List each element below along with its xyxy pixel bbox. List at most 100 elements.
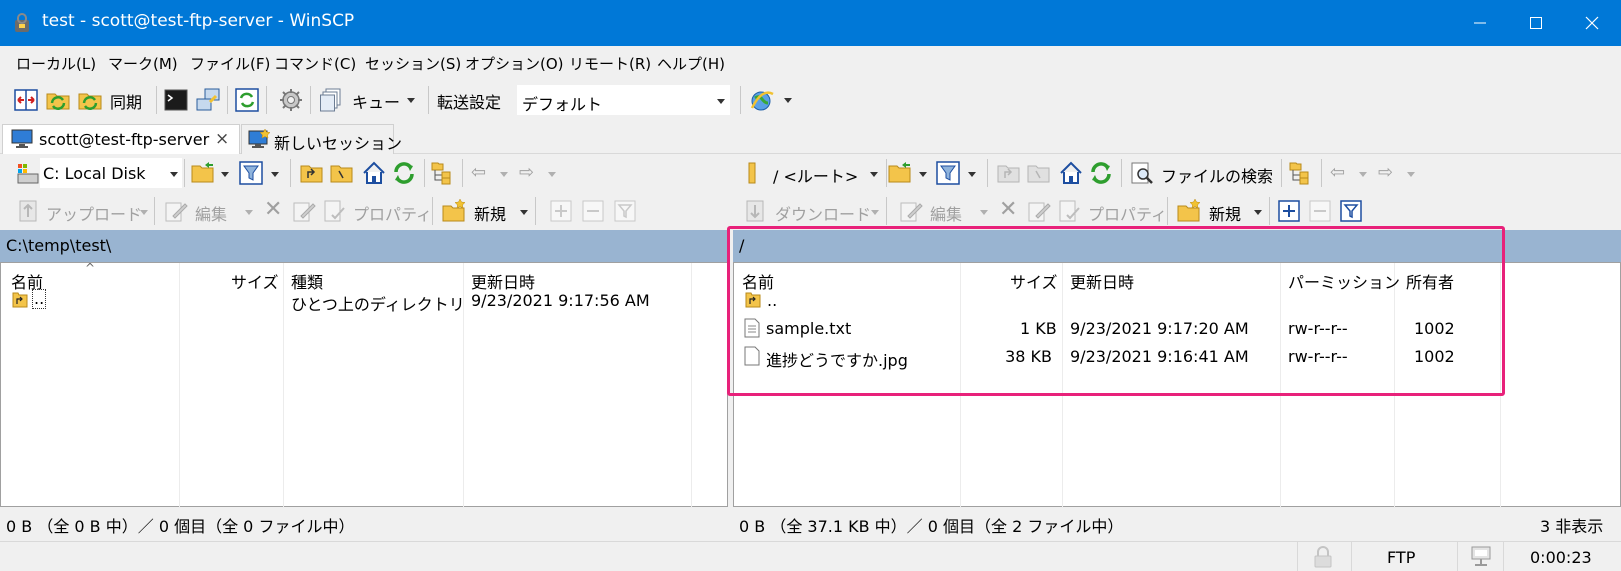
column-header-owner[interactable]: 所有者 (1406, 269, 1454, 301)
forward-dropdown-icon[interactable] (548, 172, 556, 177)
filter-select-icon[interactable] (1340, 200, 1362, 222)
back-dropdown-icon[interactable] (1359, 172, 1367, 177)
back-arrow-icon[interactable]: ⇦ (1330, 162, 1345, 183)
home-icon[interactable] (362, 161, 386, 185)
chevron-down-icon[interactable] (870, 172, 878, 177)
upload-icon[interactable] (16, 199, 40, 223)
download-icon[interactable] (743, 199, 767, 223)
open-folder-dropdown-icon[interactable] (221, 172, 229, 177)
filter-dropdown-icon[interactable] (968, 172, 976, 177)
column-header-size[interactable]: サイズ (1010, 269, 1058, 301)
refresh-icon[interactable] (235, 88, 259, 112)
tree-icon[interactable] (1289, 161, 1313, 185)
forward-arrow-icon[interactable]: ⇨ (1378, 162, 1393, 183)
tab-scott-session[interactable]: scott@test-ftp-server × (2, 124, 240, 154)
delete-icon[interactable]: ✕ (264, 197, 282, 222)
edit-icon[interactable] (899, 199, 923, 223)
local-path-bar[interactable]: C:\temp\test\ (0, 230, 728, 262)
new-dropdown-icon[interactable] (1254, 210, 1262, 215)
new-label[interactable]: 新規 (474, 201, 506, 225)
new-folder-icon[interactable] (1177, 199, 1201, 223)
menu-session[interactable]: セッション(S) (365, 53, 461, 74)
back-dropdown-icon[interactable] (500, 172, 508, 177)
synchronize-label[interactable]: 同期 (110, 89, 142, 113)
unselect-files-icon[interactable] (1309, 200, 1331, 222)
unselect-files-icon[interactable] (582, 200, 604, 222)
menu-remote[interactable]: リモート(R) (569, 53, 651, 74)
root-directory-icon[interactable] (1027, 161, 1051, 185)
edit-icon[interactable] (164, 199, 188, 223)
filter-select-icon[interactable] (614, 200, 636, 222)
chevron-down-icon[interactable] (170, 172, 178, 177)
select-files-icon[interactable] (550, 200, 572, 222)
tab-new-session[interactable]: 新しいセッション (241, 124, 402, 154)
upload-dropdown-icon[interactable] (140, 210, 148, 215)
open-folder-dropdown-icon[interactable] (919, 172, 927, 177)
winscp-app-icon[interactable] (12, 12, 32, 34)
parent-directory-icon[interactable] (300, 161, 324, 185)
menu-command[interactable]: コマンド(C) (274, 53, 356, 74)
edit-label[interactable]: 編集 (195, 201, 227, 225)
select-files-icon[interactable] (1278, 200, 1300, 222)
menu-option[interactable]: オプション(O) (465, 53, 564, 74)
menu-file[interactable]: ファイル(F) (190, 53, 270, 74)
putty-icon[interactable] (196, 88, 220, 112)
column-header-modified[interactable]: 更新日時 (1070, 269, 1134, 301)
root-directory-icon[interactable] (330, 161, 354, 185)
find-files-label[interactable]: ファイルの検索 (1161, 163, 1273, 187)
properties-label[interactable]: プロパティ (353, 201, 432, 225)
globe-dropdown-icon[interactable] (784, 98, 792, 103)
filter-dropdown-icon[interactable] (271, 172, 279, 177)
properties-icon[interactable] (1057, 199, 1081, 223)
queue-label[interactable]: キュー (352, 89, 400, 113)
remote-path-bar[interactable]: / (733, 230, 1621, 262)
parent-directory-icon[interactable] (997, 161, 1021, 185)
queue-dropdown-icon[interactable] (407, 98, 415, 103)
edit-dropdown-icon[interactable] (980, 210, 988, 215)
minimize-button[interactable] (1452, 0, 1508, 46)
globe-icon[interactable] (750, 88, 774, 112)
remote-dir-value[interactable]: / <ルート> (773, 163, 858, 187)
edit-label[interactable]: 編集 (930, 201, 962, 225)
home-icon[interactable] (1059, 161, 1083, 185)
maximize-button[interactable] (1508, 0, 1564, 46)
tree-icon[interactable] (431, 161, 455, 185)
refresh-icon[interactable] (392, 161, 416, 185)
filter-icon[interactable] (239, 161, 263, 185)
menu-local[interactable]: ローカル(L) (16, 53, 96, 74)
properties-label[interactable]: プロパティ (1088, 201, 1167, 225)
local-drive-select[interactable]: C: Local Disk (40, 158, 182, 188)
menu-mark[interactable]: マーク(M) (108, 53, 178, 74)
tab-close-icon[interactable]: × (215, 129, 229, 149)
gear-icon[interactable] (279, 88, 303, 112)
compare-directories-icon[interactable] (14, 88, 38, 112)
new-dropdown-icon[interactable] (520, 210, 528, 215)
upload-label[interactable]: アップロード (46, 201, 142, 225)
download-dropdown-icon[interactable] (871, 210, 879, 215)
close-button[interactable] (1564, 0, 1620, 46)
terminal-icon[interactable] (164, 88, 188, 112)
column-header-size[interactable]: サイズ (231, 269, 279, 301)
filter-icon[interactable] (936, 161, 960, 185)
find-files-icon[interactable] (1130, 161, 1154, 185)
delete-icon[interactable]: ✕ (999, 197, 1017, 222)
forward-dropdown-icon[interactable] (1407, 172, 1415, 177)
refresh-icon[interactable] (1089, 161, 1113, 185)
rename-icon[interactable] (1027, 199, 1051, 223)
transfer-settings-select[interactable]: デフォルト (517, 85, 730, 115)
forward-arrow-icon[interactable]: ⇨ (519, 162, 534, 183)
menu-help[interactable]: ヘルプ(H) (657, 53, 725, 74)
new-folder-icon[interactable] (442, 199, 466, 223)
local-file-list[interactable]: 名前 ^ サイズ 種類 更新日時 .. ひとつ上のディレクトリ 9/23/202… (0, 261, 728, 508)
properties-icon[interactable] (322, 199, 346, 223)
download-label[interactable]: ダウンロード (775, 201, 871, 225)
rename-icon[interactable] (292, 199, 316, 223)
column-header-permissions[interactable]: パーミッション (1288, 269, 1400, 301)
open-folder-icon[interactable] (888, 161, 912, 185)
synchronize-icon[interactable] (78, 88, 102, 112)
queue-icon[interactable] (320, 88, 344, 112)
edit-dropdown-icon[interactable] (245, 210, 253, 215)
open-folder-icon[interactable] (191, 161, 215, 185)
panel-splitter[interactable] (728, 226, 733, 541)
new-label[interactable]: 新規 (1209, 201, 1241, 225)
